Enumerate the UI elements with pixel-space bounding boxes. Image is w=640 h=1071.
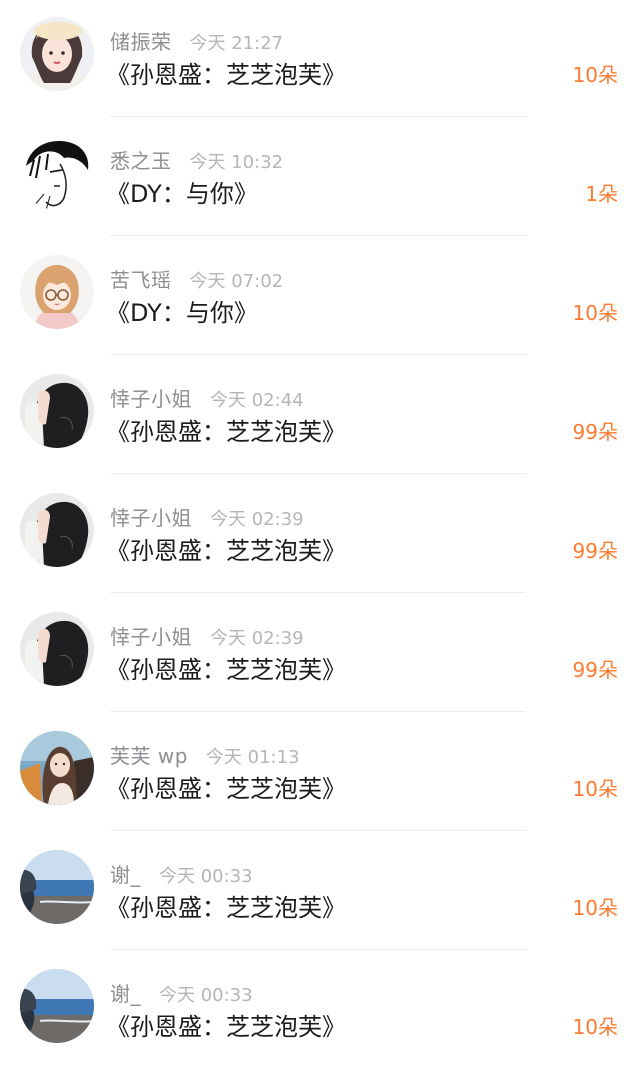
divider	[110, 116, 526, 117]
list-item[interactable]: 悻子小姐 今天 02:39 《孙恩盛：芝芝泡芙》 99朵	[0, 595, 640, 714]
list-item[interactable]: 芙芙 wp 今天 01:13 《孙恩盛：芝芝泡芙》 10朵	[0, 714, 640, 833]
user-name[interactable]: 储振荣	[110, 30, 172, 54]
gift-title: 《DY：与你》	[106, 180, 258, 208]
seaside-avatar-icon[interactable]	[20, 850, 94, 924]
dark-hair-girl-avatar-icon[interactable]	[20, 374, 94, 448]
divider	[110, 354, 526, 355]
timestamp: 今天 00:33	[159, 866, 253, 887]
timestamp: 今天 01:13	[205, 747, 300, 768]
gift-title: 《DY：与你》	[106, 299, 258, 327]
gift-title: 《孙恩盛：芝芝泡芙》	[106, 418, 346, 446]
gift-record-list: 储振荣 今天 21:27 《孙恩盛：芝芝泡芙》 10朵 悉之玉 今天 10:32 《…	[0, 0, 640, 1068]
divider	[110, 949, 526, 950]
item-meta: 谢_ 今天 00:33	[110, 859, 253, 888]
gift-title: 《孙恩盛：芝芝泡芙》	[106, 775, 346, 803]
sketch-face-avatar-icon[interactable]	[20, 136, 94, 210]
list-item[interactable]: 悉之玉 今天 10:32 《DY：与你》 1朵	[0, 119, 640, 238]
divider	[110, 711, 526, 712]
timestamp: 今天 07:02	[189, 271, 284, 292]
user-name[interactable]: 谢_	[110, 863, 141, 887]
anime-glasses-girl-avatar-icon[interactable]	[20, 255, 94, 329]
user-name[interactable]: 苦飞瑶	[110, 268, 172, 292]
divider	[110, 235, 526, 236]
girl-beret-avatar-icon[interactable]	[20, 17, 94, 91]
timestamp: 今天 21:27	[189, 33, 284, 54]
flower-count: 1朵	[585, 182, 618, 206]
gift-title: 《孙恩盛：芝芝泡芙》	[106, 656, 346, 684]
item-meta: 谢_ 今天 00:33	[110, 978, 253, 1007]
flower-count: 10朵	[572, 301, 618, 325]
timestamp: 今天 10:32	[189, 152, 284, 173]
timestamp: 今天 02:44	[210, 390, 304, 411]
user-name[interactable]: 悉之玉	[110, 149, 172, 173]
list-item[interactable]: 谢_ 今天 00:33 《孙恩盛：芝芝泡芙》 10朵	[0, 952, 640, 1071]
girl-car-avatar-icon[interactable]	[20, 731, 94, 805]
item-meta: 悻子小姐 今天 02:44	[110, 383, 304, 412]
item-meta: 苦飞瑶 今天 07:02	[110, 264, 283, 293]
item-meta: 悉之玉 今天 10:32	[110, 145, 283, 174]
flower-count: 10朵	[572, 896, 618, 920]
flower-count: 10朵	[572, 777, 618, 801]
dark-hair-girl-avatar-icon[interactable]	[20, 612, 94, 686]
list-item[interactable]: 谢_ 今天 00:33 《孙恩盛：芝芝泡芙》 10朵	[0, 833, 640, 952]
user-name[interactable]: 谢_	[110, 982, 141, 1006]
user-name[interactable]: 芙芙 wp	[110, 744, 188, 768]
gift-title: 《孙恩盛：芝芝泡芙》	[106, 537, 346, 565]
user-name[interactable]: 悻子小姐	[110, 625, 192, 649]
flower-count: 10朵	[572, 1015, 618, 1039]
list-item[interactable]: 悻子小姐 今天 02:44 《孙恩盛：芝芝泡芙》 99朵	[0, 357, 640, 476]
user-name[interactable]: 悻子小姐	[110, 506, 192, 530]
timestamp: 今天 00:33	[159, 985, 253, 1006]
gift-title: 《孙恩盛：芝芝泡芙》	[106, 61, 346, 89]
divider	[110, 473, 526, 474]
list-item[interactable]: 储振荣 今天 21:27 《孙恩盛：芝芝泡芙》 10朵	[0, 0, 640, 119]
flower-count: 99朵	[572, 658, 618, 682]
gift-title: 《孙恩盛：芝芝泡芙》	[106, 1013, 346, 1041]
flower-count: 10朵	[572, 63, 618, 87]
flower-count: 99朵	[572, 539, 618, 563]
divider	[110, 830, 526, 831]
timestamp: 今天 02:39	[210, 628, 304, 649]
gift-title: 《孙恩盛：芝芝泡芙》	[106, 894, 346, 922]
item-meta: 芙芙 wp 今天 01:13	[110, 740, 300, 769]
dark-hair-girl-avatar-icon[interactable]	[20, 493, 94, 567]
list-item[interactable]: 悻子小姐 今天 02:39 《孙恩盛：芝芝泡芙》 99朵	[0, 476, 640, 595]
seaside-avatar-icon[interactable]	[20, 969, 94, 1043]
divider	[110, 592, 526, 593]
item-meta: 悻子小姐 今天 02:39	[110, 502, 304, 531]
list-item[interactable]: 苦飞瑶 今天 07:02 《DY：与你》 10朵	[0, 238, 640, 357]
item-meta: 悻子小姐 今天 02:39	[110, 621, 304, 650]
user-name[interactable]: 悻子小姐	[110, 387, 192, 411]
timestamp: 今天 02:39	[210, 509, 304, 530]
flower-count: 99朵	[572, 420, 618, 444]
item-meta: 储振荣 今天 21:27	[110, 26, 283, 55]
